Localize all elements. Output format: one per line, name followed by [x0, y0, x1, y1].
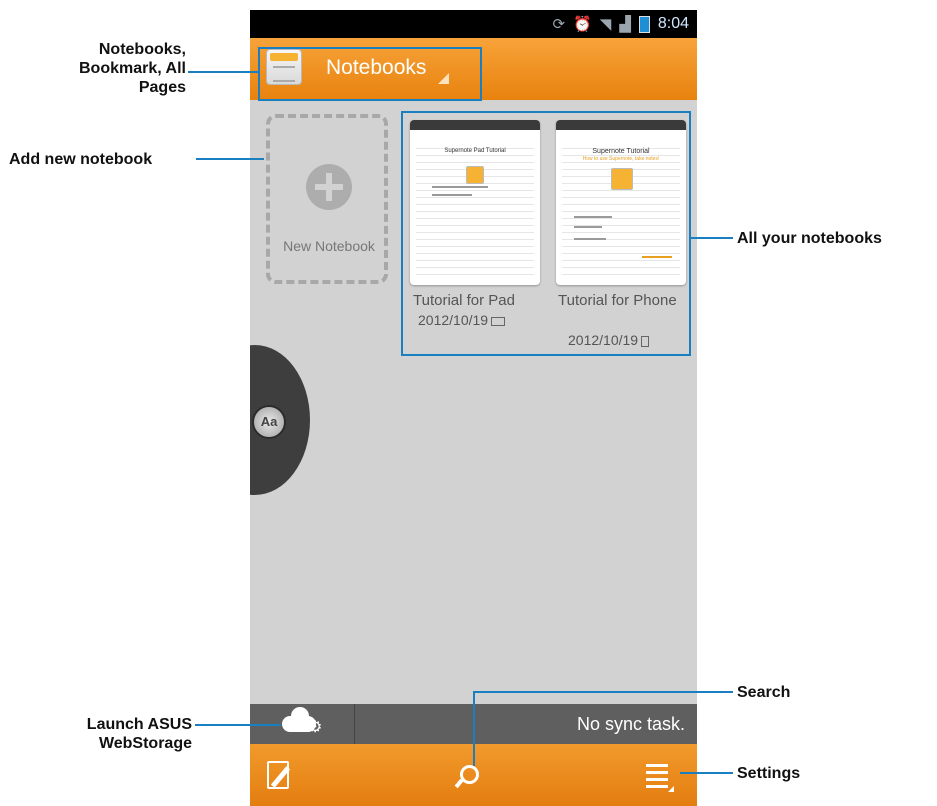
callout-line [474, 691, 733, 693]
callout-line [680, 772, 733, 774]
add-new-notebook-button[interactable]: New Notebook [266, 114, 388, 284]
battery-icon [638, 15, 650, 33]
status-time: 8:04 [657, 15, 689, 32]
wifi-icon: ◥ [599, 16, 612, 33]
callout-line [196, 158, 264, 160]
alarm-icon: ⏰ [573, 16, 592, 33]
status-bar: ⟳ ⏰ ◥ ▟ 8:04 [250, 10, 697, 38]
menu-line [646, 785, 668, 788]
search-handle [454, 778, 464, 789]
settings-menu-button[interactable] [642, 760, 676, 794]
gear-icon: ⚙ [308, 719, 323, 736]
callout-settings: Settings [737, 765, 801, 782]
menu-line [646, 778, 668, 781]
sync-status-text: No sync task. [576, 714, 685, 734]
font-panel-button[interactable]: Aa [252, 405, 286, 439]
callout-notebooks-menu: Notebooks, Bookmark, All Pages [79, 41, 186, 96]
add-plus-icon [306, 164, 352, 210]
callout-add-new-notebook: Add new notebook [9, 151, 153, 168]
menu-line [646, 771, 668, 774]
callout-all-notebooks: All your notebooks [737, 230, 882, 247]
edit-note-button[interactable] [264, 758, 298, 792]
callout-line [691, 237, 733, 239]
menu-line [646, 764, 668, 767]
search-button[interactable] [446, 758, 486, 794]
sync-status-icon: ⟳ [552, 16, 566, 33]
callout-line [473, 691, 475, 766]
signal-icon: ▟ [619, 16, 631, 33]
menu-icon [668, 786, 674, 792]
callout-search: Search [737, 684, 791, 701]
new-notebook-label: New Notebook [283, 238, 375, 254]
callout-webstorage: Launch ASUS WebStorage [86, 716, 192, 752]
highlight-all-notebooks [401, 111, 691, 356]
callout-line [188, 71, 258, 73]
highlight-notebooks-menu [258, 47, 482, 101]
callout-line [195, 724, 281, 726]
